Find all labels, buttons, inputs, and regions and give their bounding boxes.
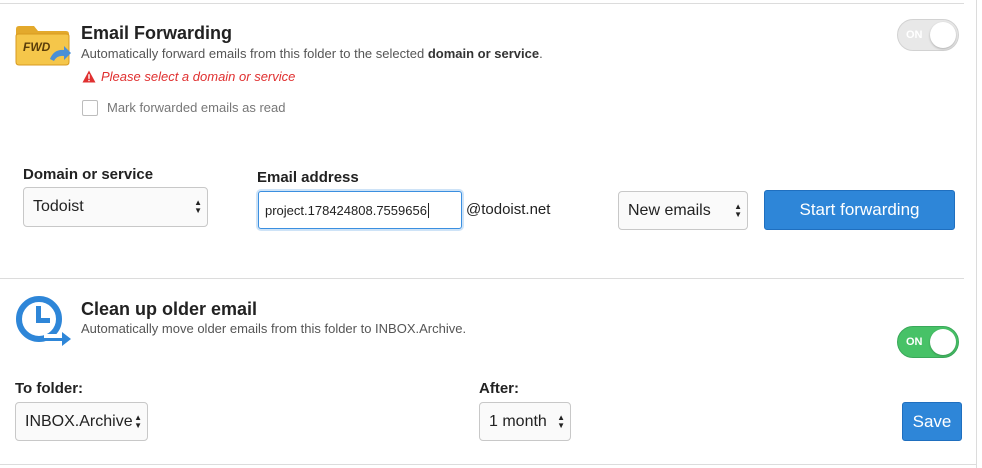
filter-select[interactable]: New emails ▲ ▼ <box>618 191 748 230</box>
forwarding-description: Automatically forward emails from this f… <box>81 46 543 61</box>
to-folder-select[interactable]: INBOX.Archive ▲ ▼ <box>15 402 148 441</box>
to-folder-select-value: INBOX.Archive <box>25 412 133 430</box>
folder-icon-label: FWD <box>23 40 51 54</box>
forwarding-title: Email Forwarding <box>81 23 233 43</box>
right-border <box>976 0 977 468</box>
mark-read-label: Mark forwarded emails as read <box>107 100 286 115</box>
forwarding-toggle[interactable]: ON <box>897 19 959 51</box>
filter-select-value: New emails <box>628 201 711 219</box>
domain-select-value: Todoist <box>33 198 84 215</box>
toggle-knob <box>930 22 956 48</box>
top-border <box>0 3 964 4</box>
select-arrows-icon: ▲ ▼ <box>734 201 742 219</box>
cleanup-title: Clean up older email <box>81 299 258 319</box>
section-divider <box>0 278 964 279</box>
domain-label: Domain or service <box>23 166 154 183</box>
after-label: After: <box>479 380 519 397</box>
mark-read-checkbox[interactable] <box>82 100 98 116</box>
warning-icon <box>82 70 96 83</box>
cleanup-description: Automatically move older emails from thi… <box>81 321 467 336</box>
to-folder-label: To folder: <box>15 380 84 397</box>
select-arrows-icon: ▲ ▼ <box>557 412 565 430</box>
save-button[interactable]: Save <box>902 402 962 441</box>
select-arrows-icon: ▲ ▼ <box>134 412 142 430</box>
after-select[interactable]: 1 month ▲ ▼ <box>479 402 571 441</box>
toggle-knob <box>930 329 956 355</box>
warning-text: Please select a domain or service <box>101 69 296 84</box>
folder-forward-icon: FWD <box>14 23 72 72</box>
select-arrows-icon: ▲ ▼ <box>194 198 202 215</box>
bottom-border <box>0 464 976 465</box>
forwarding-warning: Please select a domain or service <box>82 69 295 84</box>
text-caret <box>427 202 429 218</box>
email-domain-suffix: @todoist.net <box>466 201 551 218</box>
email-input-value: project.178424808.7559656 <box>265 202 427 218</box>
domain-select[interactable]: Todoist ▲ ▼ <box>23 187 208 227</box>
start-forwarding-button[interactable]: Start forwarding <box>764 190 955 230</box>
email-label: Email address <box>257 169 359 186</box>
cleanup-toggle[interactable]: ON <box>897 326 959 358</box>
email-input[interactable]: project.178424808.7559656 <box>258 191 462 229</box>
clock-arrow-icon <box>14 294 72 355</box>
after-select-value: 1 month <box>489 412 547 430</box>
